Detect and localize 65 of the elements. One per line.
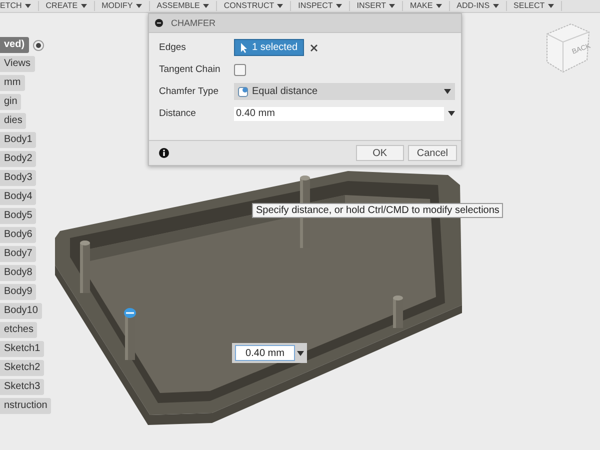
browser-item[interactable]: Body10 xyxy=(0,303,42,319)
clear-icon[interactable] xyxy=(310,44,318,52)
caret-icon xyxy=(136,4,142,8)
menu-item[interactable]: CONSTRUCT xyxy=(224,1,274,11)
menu-item[interactable]: ADD-INS xyxy=(456,1,490,11)
browser-item[interactable]: dies xyxy=(0,113,26,129)
browser-item[interactable]: Views xyxy=(0,56,34,72)
radio-icon[interactable] xyxy=(32,40,44,50)
menu-item[interactable]: ETCH xyxy=(0,1,22,11)
browser-item[interactable]: Body8 xyxy=(0,265,36,281)
caret-icon xyxy=(80,4,87,8)
field-label: Edges xyxy=(159,42,187,53)
dialog-title: CHAMFER xyxy=(171,18,216,28)
caret-icon xyxy=(388,4,395,8)
menu-item[interactable]: MODIFY xyxy=(102,1,133,11)
browser-item[interactable]: Sketch2 xyxy=(0,360,44,376)
caret-icon xyxy=(548,4,554,8)
browser-item[interactable]: Body3 xyxy=(0,170,36,186)
selection-button[interactable]: 1 selected xyxy=(234,39,304,56)
browser-item[interactable]: Sketch1 xyxy=(0,341,44,357)
menu-item[interactable]: MAKE xyxy=(410,1,433,11)
browser-item[interactable]: Body6 xyxy=(0,227,36,243)
post-drawing xyxy=(80,240,90,293)
collapse-icon[interactable] xyxy=(155,19,163,27)
browser-item[interactable]: etches xyxy=(0,322,38,338)
browser-item[interactable]: Body5 xyxy=(0,208,36,224)
caret-icon xyxy=(202,4,209,8)
menu-item[interactable]: INSERT xyxy=(356,1,386,11)
browser-item[interactable]: mm xyxy=(0,75,25,91)
menu-item[interactable]: CREATE xyxy=(46,1,78,11)
caret-icon xyxy=(492,4,499,8)
chamfer-type-icon xyxy=(238,86,248,96)
menu-item[interactable]: ASSEMBLE xyxy=(156,1,200,11)
checkbox[interactable] xyxy=(234,64,246,76)
menu-item[interactable]: INSPECT xyxy=(298,1,333,11)
field-label: Distance xyxy=(159,108,197,119)
browser-item[interactable]: Body2 xyxy=(0,151,36,167)
caret-icon xyxy=(297,350,304,356)
post-drawing xyxy=(393,296,403,328)
browser-item[interactable]: gin xyxy=(0,94,22,110)
caret-icon xyxy=(277,4,284,8)
dialog-button[interactable]: OK xyxy=(356,145,404,161)
caret-icon xyxy=(436,4,442,8)
info-icon[interactable] xyxy=(159,148,169,158)
selection-marker-icon xyxy=(124,308,136,318)
browser-item[interactable]: Body4 xyxy=(0,189,36,205)
dialog-button[interactable]: Cancel xyxy=(408,145,457,161)
browser-item[interactable]: Sketch3 xyxy=(0,379,44,395)
caret-icon[interactable] xyxy=(448,111,455,116)
browser-item[interactable]: nstruction xyxy=(0,398,52,414)
caret-icon xyxy=(336,4,342,8)
browser-item[interactable]: Body7 xyxy=(0,246,36,262)
dropdown[interactable]: Equal distance xyxy=(234,83,455,100)
cursor-icon xyxy=(240,42,248,52)
browser-item[interactable]: Body1 xyxy=(0,132,36,148)
caret-icon xyxy=(444,89,451,94)
field-label: Tangent Chain xyxy=(159,64,222,75)
browser-item[interactable]: ved) xyxy=(0,37,29,53)
tooltip: Specify distance, or hold Ctrl/CMD to modify selections xyxy=(252,203,504,218)
browser-item[interactable]: Body9 xyxy=(0,284,36,300)
field-label: Chamfer Type xyxy=(159,86,220,97)
distance-input[interactable]: 0.40 mm xyxy=(232,343,307,363)
menu-item[interactable]: SELECT xyxy=(514,1,545,11)
distance-field[interactable]: 0.40 mm xyxy=(234,106,444,120)
caret-icon xyxy=(24,4,31,8)
